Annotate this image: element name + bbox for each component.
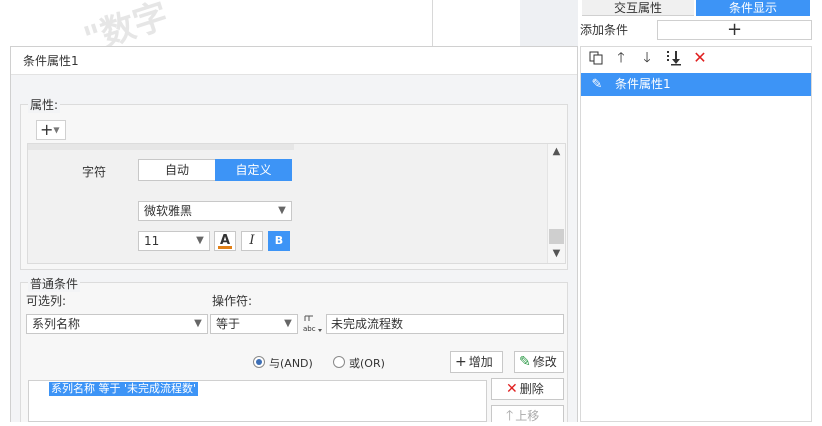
condition-list [580, 46, 812, 422]
edit-icon: ✎ [519, 354, 531, 370]
radio-selected-icon [253, 356, 265, 368]
condition-item-list: 系列名称 等于 '未完成流程数' [28, 380, 487, 422]
chevron-down-icon: ▼ [284, 318, 292, 329]
move-up-icon[interactable]: 🡑 [611, 48, 631, 68]
char-label: 字符 [82, 165, 107, 179]
value-type-icon[interactable]: abc [302, 313, 324, 335]
condition-item-label: 条件属性1 [615, 77, 671, 91]
font-size-select[interactable]: 11 ▼ [138, 231, 210, 251]
list-item[interactable]: 系列名称 等于 '未完成流程数' [49, 382, 199, 396]
font-size-value: 11 [144, 234, 160, 248]
column-select[interactable]: 系列名称 ▼ [26, 314, 208, 334]
value-type-text: abc [303, 325, 316, 333]
tab-interaction-properties[interactable]: 交互属性 [582, 0, 694, 16]
mode-auto-button[interactable]: 自动 [138, 159, 216, 181]
operator-select[interactable]: 等于 ▼ [210, 314, 298, 334]
edit-pencil-icon: ✎ [591, 77, 603, 92]
font-family-value: 微软雅黑 [144, 204, 193, 218]
column-label: 可选列: [26, 294, 67, 308]
property-header-strip [28, 144, 294, 150]
add-condition-item-button[interactable]: + 增加 [450, 351, 503, 373]
plus-icon: + [455, 354, 467, 370]
bold-button[interactable]: B [268, 231, 290, 251]
delete-icon[interactable]: ✕ [690, 48, 710, 68]
logic-and-radio[interactable]: 与(AND) [253, 355, 313, 371]
property-editor-panel [27, 143, 566, 264]
condition-value-input[interactable]: 未完成流程数 [326, 314, 564, 334]
properties-label: 属性: [28, 96, 61, 113]
move-down-icon[interactable]: 🡓 [637, 48, 657, 68]
scroll-up-icon[interactable]: ▲ [548, 146, 565, 157]
chevron-down-icon: ▼ [278, 205, 286, 216]
move-bottom-icon[interactable] [664, 48, 684, 68]
add-condition-button[interactable]: + [657, 20, 812, 40]
add-property-button[interactable]: +▼ [36, 120, 66, 140]
font-color-button[interactable]: A [214, 231, 236, 251]
canvas-divider [432, 0, 433, 48]
logic-or-radio[interactable]: 或(OR) [333, 355, 385, 371]
dialog-title: 条件属性1 [11, 47, 577, 75]
add-condition-label: 添加条件 [580, 23, 629, 37]
condition-item-1[interactable]: ✎ 条件属性1 [581, 73, 811, 96]
mode-custom-button[interactable]: 自定义 [215, 159, 292, 181]
delete-button[interactable]: ✕ 删除 [491, 378, 564, 400]
dropdown-caret-icon: ▼ [53, 125, 60, 135]
italic-button[interactable]: I [241, 231, 263, 251]
modify-button[interactable]: ✎ 修改 [514, 351, 564, 373]
tab-conditional-display[interactable]: 条件显示 [696, 0, 810, 16]
chevron-down-icon: ▼ [194, 318, 202, 329]
radio-unselected-icon [333, 356, 345, 368]
operator-label: 操作符: [212, 294, 253, 308]
close-icon: ✕ [506, 381, 518, 397]
chevron-down-icon: ▼ [196, 235, 204, 246]
property-scrollbar[interactable]: ▲ ▼ [547, 144, 565, 263]
common-conditions-label: 普通条件 [28, 275, 81, 292]
column-value: 系列名称 [32, 317, 81, 331]
font-color-swatch [218, 246, 232, 249]
copy-icon[interactable] [586, 48, 606, 68]
font-family-select[interactable]: 微软雅黑 ▼ [138, 201, 292, 221]
scroll-down-icon[interactable]: ▼ [548, 248, 565, 259]
move-up-button[interactable]: 🡑 上移 [491, 405, 564, 424]
operator-value: 等于 [216, 317, 241, 331]
report-canvas [0, 0, 520, 48]
scroll-thumb[interactable] [549, 229, 564, 244]
